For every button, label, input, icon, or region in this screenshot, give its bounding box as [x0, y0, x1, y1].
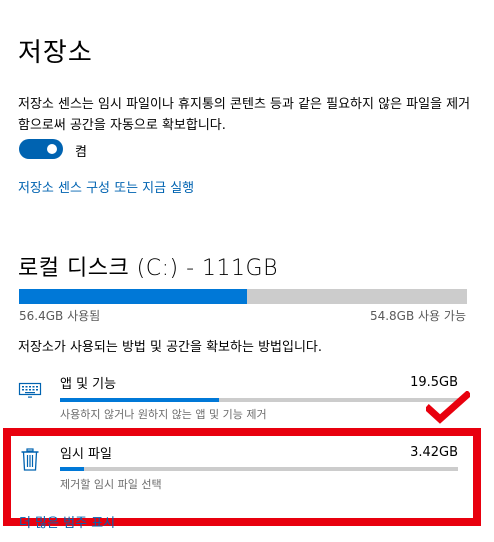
configure-storage-sense-link[interactable]: 저장소 센스 구성 또는 지금 실행	[18, 177, 194, 196]
page-title: 저장소	[18, 38, 93, 68]
checkmark-icon	[424, 390, 472, 425]
toggle-state-label: 켬	[75, 145, 87, 160]
toggle-knob	[47, 144, 57, 154]
disk-used-label: 56.4GB 사용됨	[19, 309, 101, 323]
category-usage-fill	[60, 398, 220, 402]
disk-free-label: 54.8GB 사용 가능	[369, 309, 466, 323]
keyboard-icon	[18, 380, 42, 400]
category-usage-bar	[60, 398, 458, 402]
category-size: 19.5GB	[410, 375, 458, 390]
disk-usage-bar	[19, 289, 467, 304]
disk-usage-fill	[19, 289, 247, 304]
disk-title: 로컬 디스크 (C:) - 111GB	[18, 256, 278, 281]
storage-sense-description: 저장소 센스는 임시 파일이나 휴지통의 콘텐츠 등과 같은 필요하지 않은 파…	[18, 97, 471, 133]
category-subtitle: 사용하지 않거나 원하지 않는 앱 및 기능 제거	[60, 408, 267, 421]
storage-sense-toggle[interactable]	[19, 139, 63, 159]
category-apps-features[interactable]: 앱 및 기능 19.5GB 사용하지 않거나 원하지 않는 앱 및 기능 제거	[14, 370, 466, 426]
usage-description: 저장소가 사용되는 방법 및 공간을 확보하는 방법입니다.	[18, 340, 323, 355]
show-more-categories-link[interactable]: 더 많은 범주 표시	[19, 512, 115, 531]
category-title: 앱 및 기능	[60, 377, 117, 392]
